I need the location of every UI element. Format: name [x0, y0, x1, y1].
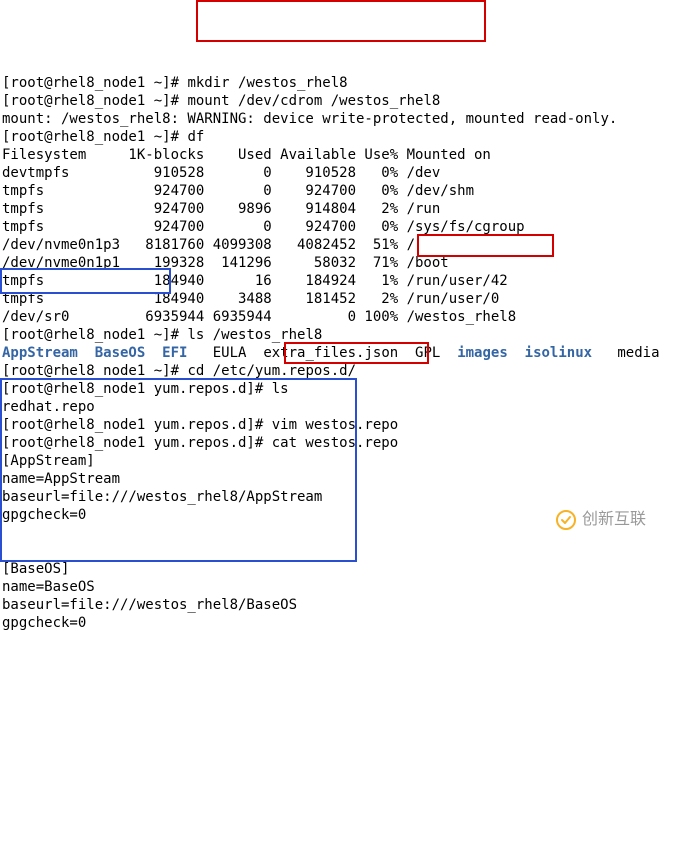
file-entry: EULA [213, 345, 247, 361]
prompt: [root@rhel8_node1 yum.repos.d]# [2, 381, 272, 397]
prompt: [root@rhel8_node1 yum.repos.d]# [2, 435, 272, 451]
repo-line: [BaseOS] [2, 561, 69, 577]
repo-line: gpgcheck=0 [2, 507, 86, 523]
mount-warning: mount: /westos_rhel8: WARNING: device wr… [2, 111, 617, 127]
repo-line: gpgcheck=0 [2, 615, 86, 631]
file-entry: media [617, 345, 659, 361]
prompt: [root@rhel8_node1 yum.repos.d]# [2, 417, 272, 433]
watermark: 创新互联 [556, 510, 646, 530]
df-row: /dev/nvme0n1p1 199328 141296 58032 71% /… [2, 255, 449, 271]
dir-entry: EFI [162, 345, 187, 361]
dir-entry: isolinux [525, 345, 592, 361]
cmd-cat: cat westos.repo [272, 435, 398, 451]
dir-entry: images [457, 345, 508, 361]
repo-line: [AppStream] [2, 453, 95, 469]
df-row: /dev/nvme0n1p3 8181760 4099308 4082452 5… [2, 237, 415, 253]
prompt: [root@rhel8_node1 ~]# [2, 327, 187, 343]
cmd-ls-westos: ls /westos_rhel8 [187, 327, 322, 343]
repo-line: name=BaseOS [2, 579, 95, 595]
df-header: Filesystem 1K-blocks Used Available Use%… [2, 147, 491, 163]
annotation-box [417, 234, 554, 257]
cmd-cd: cd /etc/yum.repos.d/ [187, 363, 356, 379]
ls-output: redhat.repo [2, 399, 95, 415]
file-entry: extra_files.json [263, 345, 398, 361]
repo-line: name=AppStream [2, 471, 120, 487]
prompt: [root@rhel8_node1 ~]# [2, 75, 187, 91]
repo-line: baseurl=file:///westos_rhel8/BaseOS [2, 597, 297, 613]
watermark-icon [556, 510, 576, 530]
prompt: [root@rhel8_node1 ~]# [2, 129, 187, 145]
df-row: tmpfs 924700 9896 914804 2% /run [2, 201, 440, 217]
df-row: /dev/sr0 6935944 6935944 0 100% /westos_… [2, 309, 516, 325]
prompt: [root@rhel8_node1 ~]# [2, 363, 187, 379]
dir-entry: AppStream [2, 345, 78, 361]
cmd-df: df [187, 129, 204, 145]
df-row: tmpfs 184940 3488 181452 2% /run/user/0 [2, 291, 499, 307]
cmd-mount: mount /dev/cdrom /westos_rhel8 [187, 93, 440, 109]
prompt: [root@rhel8_node1 ~]# [2, 93, 187, 109]
dir-entry: BaseOS [95, 345, 146, 361]
df-row: devtmpfs 910528 0 910528 0% /dev [2, 165, 440, 181]
file-entry: GPL [415, 345, 440, 361]
repo-line: baseurl=file:///westos_rhel8/AppStream [2, 489, 322, 505]
annotation-box [196, 0, 486, 42]
df-row: tmpfs 924700 0 924700 0% /sys/fs/cgroup [2, 219, 525, 235]
cmd-vim: vim westos.repo [272, 417, 398, 433]
df-row: tmpfs 924700 0 924700 0% /dev/shm [2, 183, 474, 199]
df-row: tmpfs 184940 16 184924 1% /run/user/42 [2, 273, 508, 289]
watermark-text: 创新互联 [582, 511, 646, 529]
cmd-ls: ls [272, 381, 289, 397]
cmd-mkdir: mkdir /westos_rhel8 [187, 75, 347, 91]
